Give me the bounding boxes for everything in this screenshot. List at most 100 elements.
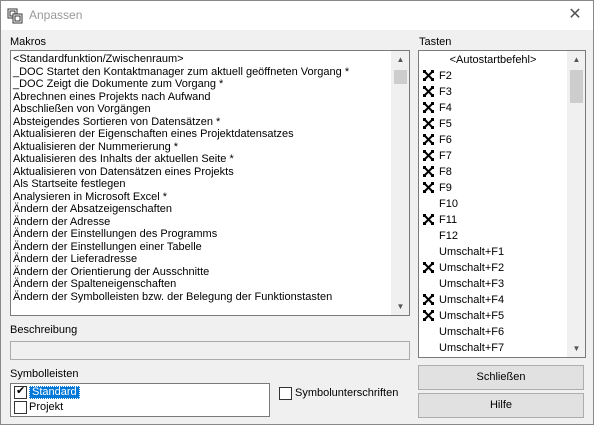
macro-key-icon [423, 118, 434, 129]
beschreibung-label: Beschreibung [10, 324, 77, 336]
symbolunterschriften-checkbox[interactable] [279, 387, 292, 400]
tasten-list-item[interactable]: F7 [419, 148, 567, 164]
makro-list-item[interactable]: Ändern der Orientierung der Ausschnitte [13, 266, 349, 279]
tasten-item-label: F5 [439, 118, 452, 130]
tasten-list-item[interactable]: Umschalt+F7 [419, 340, 567, 356]
tasten-list-item[interactable]: F6 [419, 132, 567, 148]
tasten-list-item[interactable]: F10 [419, 196, 567, 212]
symbolleisten-listbox[interactable]: ✔ Standard Projekt [10, 383, 270, 417]
makro-list-item[interactable]: Ändern der Einstellungen des Programms [13, 228, 349, 241]
checkmark-icon: ✔ [16, 385, 26, 397]
tasten-list-item[interactable]: F2 [419, 68, 567, 84]
tasten-list-item[interactable]: Umschalt+F2 [419, 260, 567, 276]
makro-list-item[interactable]: _DOC Zeigt die Dokumente zum Vorgang * [13, 78, 349, 91]
scroll-thumb[interactable] [570, 70, 583, 103]
makro-list-item[interactable]: Ändern der Symbolleisten bzw. der Belegu… [13, 291, 349, 304]
macro-key-icon [423, 214, 434, 225]
tasten-item-label: F12 [439, 230, 458, 242]
tasten-scrollbar[interactable]: ▲ ▼ [567, 51, 585, 357]
macro-key-icon [423, 102, 434, 113]
makros-scrollbar[interactable]: ▲ ▼ [391, 51, 409, 315]
makro-list-item[interactable]: _DOC Startet den Kontaktmanager zum aktu… [13, 66, 349, 79]
makro-list-item[interactable]: Ändern der Absatzeigenschaften [13, 203, 349, 216]
tasten-item-label: F9 [439, 182, 452, 194]
symbolleiste-label: Projekt [29, 401, 64, 413]
symbolleiste-item-standard[interactable]: ✔ Standard [13, 385, 267, 399]
makro-list-item[interactable]: Analysieren in Microsoft Excel * [13, 191, 349, 204]
makro-list-item[interactable]: Aktualisieren des Inhalts der aktuellen … [13, 153, 349, 166]
tasten-label: Tasten [419, 36, 451, 48]
window-title: Anpassen [29, 8, 83, 22]
tasten-list-item[interactable]: F9 [419, 180, 567, 196]
scroll-up-icon[interactable]: ▲ [392, 51, 409, 68]
tasten-item-label: F6 [439, 134, 452, 146]
makro-list-item[interactable]: Aktualisieren von Datensätzen eines Proj… [13, 166, 349, 179]
tasten-item-label: F3 [439, 86, 452, 98]
makro-list-item[interactable]: Ändern der Adresse [13, 216, 349, 229]
macro-key-icon [423, 70, 434, 81]
symbolleisten-label: Symbolleisten [10, 368, 78, 380]
macro-key-icon [423, 86, 434, 97]
macro-key-icon [423, 134, 434, 145]
title-bar: Anpassen ✕ [1, 1, 593, 30]
makro-list-item[interactable]: Ändern der Einstellungen einer Tabelle [13, 241, 349, 254]
makro-list-item[interactable]: Aktualisieren der Nummerierung * [13, 141, 349, 154]
makro-list-item[interactable]: Als Startseite festlegen [13, 178, 349, 191]
projekt-checkbox[interactable] [14, 401, 27, 414]
beschreibung-label-text: Beschreibung [10, 324, 78, 336]
macro-key-icon [423, 150, 434, 161]
tasten-list-item[interactable]: F12 [419, 228, 567, 244]
tasten-item-label: F8 [439, 166, 452, 178]
scroll-down-icon[interactable]: ▼ [392, 298, 409, 315]
makro-list-item[interactable]: <Standardfunktion/Zwischenraum> [13, 53, 349, 66]
symbolleiste-item-projekt[interactable]: Projekt [13, 401, 267, 414]
makro-list-item[interactable]: Abschließen von Vorgängen [13, 103, 349, 116]
makros-listbox[interactable]: <Standardfunktion/Zwischenraum> _DOC Star… [10, 50, 410, 316]
scroll-down-icon[interactable]: ▼ [568, 340, 585, 357]
tasten-list-item[interactable]: Umschalt+F5 [419, 308, 567, 324]
close-icon[interactable]: ✕ [563, 5, 587, 25]
tasten-list-item[interactable]: Umschalt+F1 [419, 244, 567, 260]
tasten-item-label: Umschalt+F7 [439, 342, 505, 354]
tasten-item-label: F11 [439, 214, 458, 226]
tasten-list-item[interactable]: <Autostartbefehl> [419, 52, 567, 68]
tasten-list-item[interactable]: F8 [419, 164, 567, 180]
help-button[interactable]: Hilfe [418, 393, 584, 418]
macro-key-icon [423, 182, 434, 193]
makros-label: Makros [10, 36, 46, 48]
tasten-item-label: <Autostartbefehl> [449, 54, 537, 66]
tasten-list-item[interactable]: Umschalt+F6 [419, 324, 567, 340]
macro-key-icon [423, 262, 434, 273]
tasten-list-item[interactable]: F4 [419, 100, 567, 116]
tasten-list-item[interactable]: F5 [419, 116, 567, 132]
makro-list-item[interactable]: Ändern der Lieferadresse [13, 253, 349, 266]
macro-key-icon [423, 310, 434, 321]
symbolunterschriften-option[interactable]: Symbolunterschriften [279, 387, 409, 401]
tasten-item-label: Umschalt+F5 [439, 310, 505, 322]
standard-checkbox[interactable]: ✔ [14, 385, 27, 399]
symbolleisten-label-text: Symbolleisten [10, 368, 79, 380]
makro-list-item[interactable]: Aktualisieren der Eigenschaften eines Pr… [13, 128, 349, 141]
scroll-thumb[interactable] [394, 70, 407, 84]
close-button[interactable]: Schließen [418, 365, 584, 390]
tasten-item-label: Umschalt+F3 [439, 278, 505, 290]
tasten-item-label: Umschalt+F6 [439, 326, 505, 338]
tasten-item-label: F4 [439, 102, 452, 114]
symbolunterschriften-label: Symbolunterschriften [295, 387, 399, 399]
tasten-listbox[interactable]: <Autostartbefehl> F2 F3 F4 F5 F6 F7 F8 F9 F10 F11 F… [418, 50, 586, 358]
close-button-label: Schließen [476, 371, 526, 383]
tasten-list-item[interactable]: Umschalt+F4 [419, 292, 567, 308]
makro-list-item[interactable]: Ändern der Spalteneigenschaften [13, 278, 349, 291]
customize-dialog: Anpassen ✕ Makros <Standardfunktion/Zwis… [0, 0, 594, 425]
tasten-items: <Autostartbefehl> F2 F3 F4 F5 F6 F7 F8 F9 F10 F11 F… [419, 52, 567, 356]
tasten-item-label: Umschalt+F1 [439, 246, 505, 258]
tasten-list-item[interactable]: F11 [419, 212, 567, 228]
tasten-item-label: F7 [439, 150, 452, 162]
macro-key-icon [423, 166, 434, 177]
tasten-list-item[interactable]: Umschalt+F3 [419, 276, 567, 292]
makro-list-item[interactable]: Absteigendes Sortieren von Datensätzen * [13, 116, 349, 129]
symbolleiste-label: Standard [29, 386, 80, 399]
tasten-list-item[interactable]: F3 [419, 84, 567, 100]
makro-list-item[interactable]: Abrechnen eines Projekts nach Aufwand [13, 91, 349, 104]
scroll-up-icon[interactable]: ▲ [568, 51, 585, 68]
